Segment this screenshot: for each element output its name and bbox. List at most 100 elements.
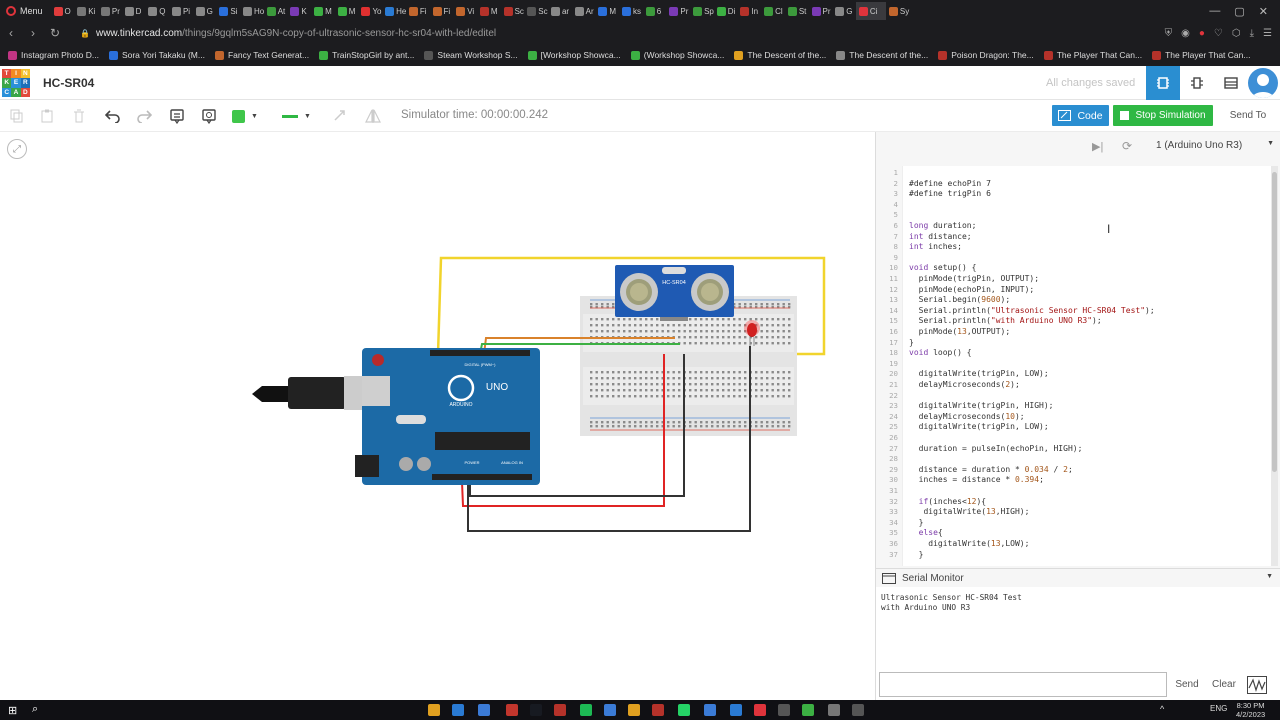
code-line[interactable]: delayMicroseconds(10); [909, 412, 1025, 423]
windows-start-icon[interactable]: ⊞ [8, 704, 17, 717]
paste-button[interactable] [36, 106, 58, 126]
browser-tab[interactable]: ar [548, 2, 572, 20]
taskbar-app-icon[interactable] [704, 704, 716, 716]
code-line[interactable]: } [909, 550, 924, 561]
fill-color-picker[interactable]: ▼ [232, 106, 270, 126]
browser-tab[interactable]: St [785, 2, 809, 20]
browser-tab[interactable]: Cl [761, 2, 785, 20]
bookmark-item[interactable]: Instagram Photo D... [8, 50, 99, 60]
browser-tab[interactable]: Si [216, 2, 240, 20]
code-line[interactable]: digitalWrite(13,LOW); [909, 539, 1029, 550]
browser-tab[interactable]: M [311, 2, 335, 20]
browser-tab[interactable]: Di [714, 2, 738, 20]
code-line[interactable]: long duration; [909, 221, 976, 232]
browser-tab[interactable]: Pr [98, 2, 122, 20]
code-line[interactable]: duration = pulseIn(echoPin, HIGH); [909, 444, 1083, 455]
reload-icon[interactable]: ↻ [44, 26, 66, 40]
stop-simulation-button[interactable]: Stop Simulation [1113, 105, 1213, 126]
wire-style-picker[interactable]: ▼ [282, 106, 322, 126]
code-line[interactable]: if(inches<12){ [909, 497, 986, 508]
user-avatar[interactable] [1248, 68, 1278, 98]
circuit-view-button[interactable] [1146, 66, 1180, 100]
code-editor[interactable]: #define echoPin 7 #define trigPin 6 long d… [902, 166, 1274, 566]
send-to-button[interactable]: Send To [1219, 105, 1277, 126]
browser-tab[interactable]: At [264, 2, 288, 20]
annotation-button[interactable] [198, 106, 220, 126]
code-button[interactable]: Code [1052, 105, 1109, 126]
minimize-icon[interactable]: — [1209, 5, 1220, 17]
code-line[interactable]: } [909, 338, 914, 349]
taskbar-app-icon[interactable] [604, 704, 616, 716]
schematic-view-button[interactable] [1180, 66, 1214, 100]
code-line[interactable]: digitalWrite(trigPin, HIGH); [909, 401, 1054, 412]
close-window-icon[interactable]: ✕ [1259, 5, 1268, 18]
bookmark-item[interactable]: The Player That Can... [1043, 50, 1142, 60]
browser-tab[interactable]: ks [619, 2, 643, 20]
undo-button[interactable] [102, 106, 124, 126]
browser-tab[interactable]: 6 [643, 2, 667, 20]
taskbar-app-icon[interactable] [452, 704, 464, 716]
taskbar-app-icon[interactable] [678, 704, 690, 716]
bookmark-item[interactable]: Steam Workshop S... [424, 50, 518, 60]
code-line[interactable]: void setup() { [909, 263, 976, 274]
code-line[interactable]: digitalWrite(trigPin, LOW); [909, 422, 1049, 433]
chevron-down-icon[interactable]: ▼ [1266, 573, 1273, 580]
taskbar-app-icon[interactable] [530, 704, 542, 716]
code-line[interactable]: inches = distance * 0.394; [909, 475, 1044, 486]
board-select[interactable]: 1 (Arduino Uno R3) ▼ [1156, 140, 1274, 151]
code-line[interactable]: #define trigPin 6 [909, 189, 991, 200]
notes-button[interactable] [166, 106, 188, 126]
language-indicator[interactable]: ENG [1210, 704, 1227, 713]
taskbar-app-icon[interactable] [828, 704, 840, 716]
bookmark-item[interactable]: [Workshop Showca... [527, 50, 621, 60]
bookmark-item[interactable]: Fancy Text Generat... [214, 50, 309, 60]
browser-tab[interactable]: G [193, 2, 217, 20]
code-line[interactable]: void loop() { [909, 348, 972, 359]
code-line[interactable]: pinMode(echoPin, INPUT); [909, 285, 1035, 296]
browser-tab[interactable]: Ki [74, 2, 98, 20]
project-name[interactable]: HC-SR04 [43, 76, 94, 90]
delete-button[interactable] [68, 106, 90, 126]
forward-icon[interactable]: › [22, 26, 44, 40]
browser-tab[interactable]: Sp [690, 2, 714, 20]
taskbar-app-icon[interactable] [428, 704, 440, 716]
debug-icon[interactable]: ⟳ [1122, 139, 1132, 153]
code-line[interactable]: digitalWrite(13,HIGH); [909, 507, 1029, 518]
bookmark-item[interactable]: Sora Yori Takaku (M... [108, 50, 205, 60]
browser-tab[interactable]: Vi [453, 2, 477, 20]
system-clock[interactable]: 8:30 PM 4/2/2023 [1236, 701, 1265, 719]
bookmark-item[interactable]: The Descent of the... [836, 50, 928, 60]
taskbar-app-icon[interactable] [802, 704, 814, 716]
bookmark-item[interactable]: The Player That Can... [1152, 50, 1250, 60]
browser-tab[interactable]: G [832, 2, 856, 20]
code-line[interactable]: #define echoPin 7 [909, 179, 991, 190]
taskbar-app-icon[interactable] [754, 704, 766, 716]
browser-tab[interactable]: Sc [501, 2, 525, 20]
serial-clear-button[interactable]: Clear [1209, 672, 1239, 697]
taskbar-app-icon[interactable] [554, 704, 566, 716]
browser-tab[interactable]: M [335, 2, 359, 20]
heart-icon[interactable]: ♡ [1214, 28, 1223, 39]
browser-tab[interactable]: D [122, 2, 146, 20]
code-line[interactable]: Serial.println("with Arduino UNO R3"); [909, 316, 1102, 327]
browser-tab[interactable]: Ci [855, 2, 886, 20]
code-line[interactable]: pinMode(trigPin, OUTPUT); [909, 274, 1039, 285]
search-icon[interactable]: ⌕ [32, 703, 38, 716]
code-line[interactable]: digitalWrite(trigPin, LOW); [909, 369, 1049, 380]
bookmarks-menu-icon[interactable]: ☰ [1263, 28, 1272, 39]
camera-icon[interactable]: ◉ [1181, 28, 1190, 39]
taskbar-app-icon[interactable] [852, 704, 864, 716]
taskbar-app-icon[interactable] [778, 704, 790, 716]
taskbar-app-icon[interactable] [730, 704, 742, 716]
browser-tab[interactable]: M [595, 2, 619, 20]
browser-tab[interactable]: O [51, 2, 75, 20]
box-icon[interactable]: ⬡ [1232, 28, 1241, 39]
browser-tab[interactable]: K [287, 2, 311, 20]
back-icon[interactable]: ‹ [0, 26, 22, 40]
taskbar-app-icon[interactable] [628, 704, 640, 716]
browser-tab[interactable]: He [382, 2, 406, 20]
bookmark-item[interactable]: Poison Dragon: The... [938, 50, 1034, 60]
browser-tab[interactable]: Pi [169, 2, 193, 20]
graph-button[interactable] [1244, 672, 1270, 697]
browser-tab[interactable]: Pr [666, 2, 690, 20]
